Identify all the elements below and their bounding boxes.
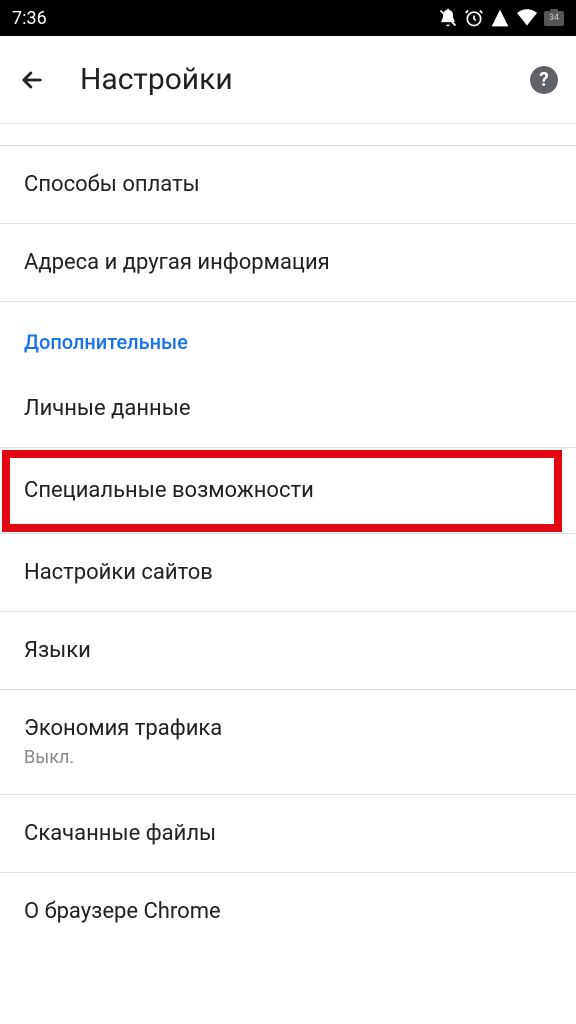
page-title: Настройки bbox=[80, 62, 530, 97]
status-time: 7:36 bbox=[12, 8, 47, 29]
highlight-accessibility: Специальные возможности bbox=[0, 448, 576, 534]
help-button[interactable]: ? bbox=[530, 66, 558, 94]
row-payment-methods[interactable]: Способы оплаты bbox=[0, 146, 576, 224]
row-label: Скачанные файлы bbox=[24, 821, 552, 846]
app-bar: Настройки ? bbox=[0, 36, 576, 124]
wifi-icon bbox=[516, 8, 538, 28]
row-data-saver[interactable]: Экономия трафика Выкл. bbox=[0, 690, 576, 795]
status-icons: 34 bbox=[438, 8, 564, 28]
row-label: О браузере Chrome bbox=[24, 899, 552, 924]
row-label: Способы оплаты bbox=[24, 172, 552, 197]
row-label: Адреса и другая информация bbox=[24, 250, 552, 275]
row-personal-data[interactable]: Личные данные bbox=[0, 370, 576, 448]
settings-list: Способы оплаты Адреса и другая информаци… bbox=[0, 124, 576, 950]
alarm-icon bbox=[464, 8, 484, 28]
row-about-chrome[interactable]: О браузере Chrome bbox=[0, 873, 576, 950]
back-button[interactable] bbox=[18, 66, 46, 94]
battery-icon: 34 bbox=[544, 11, 564, 26]
section-header-additional: Дополнительные bbox=[0, 302, 576, 370]
row-downloads[interactable]: Скачанные файлы bbox=[0, 795, 576, 873]
row-label: Языки bbox=[24, 638, 552, 663]
partial-row-top bbox=[0, 124, 576, 146]
signal-icon bbox=[490, 8, 510, 28]
row-sublabel: Выкл. bbox=[24, 747, 552, 768]
row-languages[interactable]: Языки bbox=[0, 612, 576, 690]
help-icon: ? bbox=[539, 68, 548, 91]
bell-off-icon bbox=[438, 8, 458, 28]
row-label: Экономия трафика bbox=[24, 716, 552, 741]
row-label: Личные данные bbox=[24, 396, 552, 421]
row-site-settings[interactable]: Настройки сайтов bbox=[0, 534, 576, 612]
row-accessibility[interactable]: Специальные возможности bbox=[0, 448, 576, 534]
status-bar: 7:36 34 bbox=[0, 0, 576, 36]
row-label: Специальные возможности bbox=[24, 478, 552, 503]
row-label: Настройки сайтов bbox=[24, 560, 552, 585]
row-addresses[interactable]: Адреса и другая информация bbox=[0, 224, 576, 302]
